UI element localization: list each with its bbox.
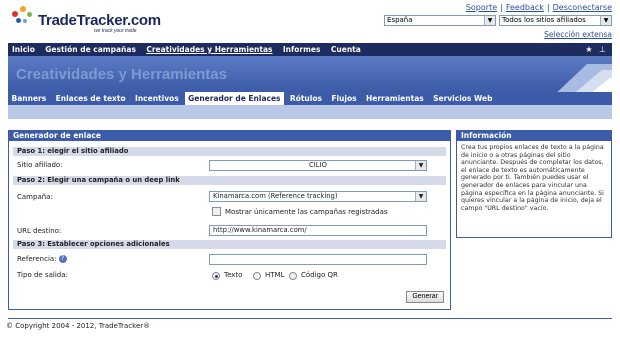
- output-qr-radio[interactable]: [289, 272, 297, 280]
- step3-heading: Paso 3: Establecer opciones adicionales: [13, 240, 446, 249]
- tab-signs[interactable]: Rótulos: [286, 92, 325, 105]
- info-panel: Información Crea tus propios enlaces de …: [456, 130, 612, 238]
- output-text-label: Texto: [224, 271, 243, 279]
- info-title: Información: [457, 131, 611, 141]
- output-text-radio[interactable]: [212, 272, 220, 280]
- banner-title: Creatividades y Herramientas: [16, 66, 227, 83]
- main-nav-account[interactable]: Cuenta: [327, 43, 365, 56]
- sub-nav: Banners Enlaces de texto Incentivos Gene…: [8, 92, 612, 105]
- sitemap-icon[interactable]: ⊥: [599, 45, 606, 54]
- campaign-select-value: Kinamarca.com (Reference tracking): [213, 192, 338, 200]
- tab-feeds[interactable]: Flujos: [328, 92, 360, 105]
- link-generator-title: Generador de enlace: [9, 131, 450, 141]
- info-text: Crea tus propios enlaces de texto a la p…: [461, 144, 604, 212]
- sub-nav-bar: [8, 105, 612, 119]
- support-link[interactable]: Soporte: [466, 3, 497, 12]
- country-select-value: España: [387, 16, 413, 24]
- url-label: URL destino:: [17, 227, 62, 235]
- section-banner: Creatividades y Herramientas: [8, 56, 612, 92]
- reference-label-row: Referencia:?: [17, 255, 67, 263]
- reference-label: Referencia:: [17, 255, 57, 263]
- tab-banners[interactable]: Banners: [8, 92, 50, 105]
- chevron-down-icon: ▼: [600, 16, 611, 25]
- registered-only-label: Mostrar únicamente las campañas registra…: [225, 208, 388, 216]
- tab-incentives[interactable]: Incentivos: [132, 92, 183, 105]
- output-html-radio[interactable]: [253, 272, 261, 280]
- help-icon[interactable]: ?: [58, 255, 67, 263]
- sites-select-value: Todos los sitios afiliados: [502, 16, 586, 24]
- copyright: © Copyright 2004 - 2012, TradeTracker®: [6, 322, 151, 330]
- site-select-value: CILIO: [309, 161, 327, 169]
- main-nav-creatives[interactable]: Creatividades y Herramientas: [142, 43, 276, 56]
- tradetracker-logo[interactable]: TradeTracker.com we track your trade: [8, 4, 168, 36]
- extended-selection-link[interactable]: Selección extensa: [544, 30, 612, 39]
- output-type-label: Tipo de salida:: [17, 271, 68, 279]
- country-select[interactable]: España ▼: [384, 15, 496, 26]
- main-nav-reports[interactable]: Informes: [279, 43, 325, 56]
- star-icon[interactable]: ★: [585, 45, 592, 54]
- link-generator-panel: Generador de enlace Paso 1: elegir el si…: [8, 130, 451, 310]
- tab-link-generator[interactable]: Generador de Enlaces: [184, 92, 285, 105]
- campaign-label: Campaña:: [17, 193, 53, 201]
- logout-link[interactable]: Desconectarse: [553, 3, 612, 12]
- tab-text-links[interactable]: Enlaces de texto: [52, 92, 129, 105]
- output-qr-label: Código QR: [301, 271, 338, 279]
- chevron-down-icon: ▼: [484, 16, 495, 25]
- main-nav-inicio[interactable]: Inicio: [8, 43, 39, 56]
- feedback-link[interactable]: Feedback: [506, 3, 544, 12]
- nav-icons: ★ ⊥: [585, 43, 606, 56]
- site-select[interactable]: CILIO ▼: [209, 160, 427, 171]
- url-input[interactable]: http://www.kinamarca.com/: [209, 225, 427, 236]
- site-label: Sitio afiliado:: [17, 161, 63, 169]
- registered-only-checkbox[interactable]: [212, 207, 221, 216]
- top-links: Soporte | Feedback | Desconectarse: [465, 3, 612, 12]
- sites-select[interactable]: Todos los sitios afiliados ▼: [499, 15, 612, 26]
- footer-divider: [8, 318, 612, 319]
- banner-decoration: [557, 64, 612, 92]
- main-nav-campaigns[interactable]: Gestión de campañas: [41, 43, 140, 56]
- generate-button[interactable]: Generar: [406, 291, 444, 303]
- logo-text: TradeTracker.com: [38, 12, 161, 29]
- step2-heading: Paso 2: Elegir una campaña o un deep lin…: [13, 176, 446, 185]
- output-html-label: HTML: [265, 271, 285, 279]
- chevron-down-icon: ▼: [415, 192, 426, 201]
- chevron-down-icon: ▼: [415, 161, 426, 170]
- logo-tagline: we track your trade: [94, 28, 137, 34]
- main-nav: Inicio Gestión de campañas Creatividades…: [8, 43, 612, 56]
- step1-heading: Paso 1: elegir el sitio afiliado: [13, 147, 446, 156]
- tab-tools[interactable]: Herramientas: [362, 92, 427, 105]
- campaign-select[interactable]: Kinamarca.com (Reference tracking) ▼: [209, 191, 427, 202]
- logo-dots-icon: [10, 6, 36, 30]
- tab-web-services[interactable]: Servicios Web: [430, 92, 496, 105]
- reference-input[interactable]: [209, 254, 427, 265]
